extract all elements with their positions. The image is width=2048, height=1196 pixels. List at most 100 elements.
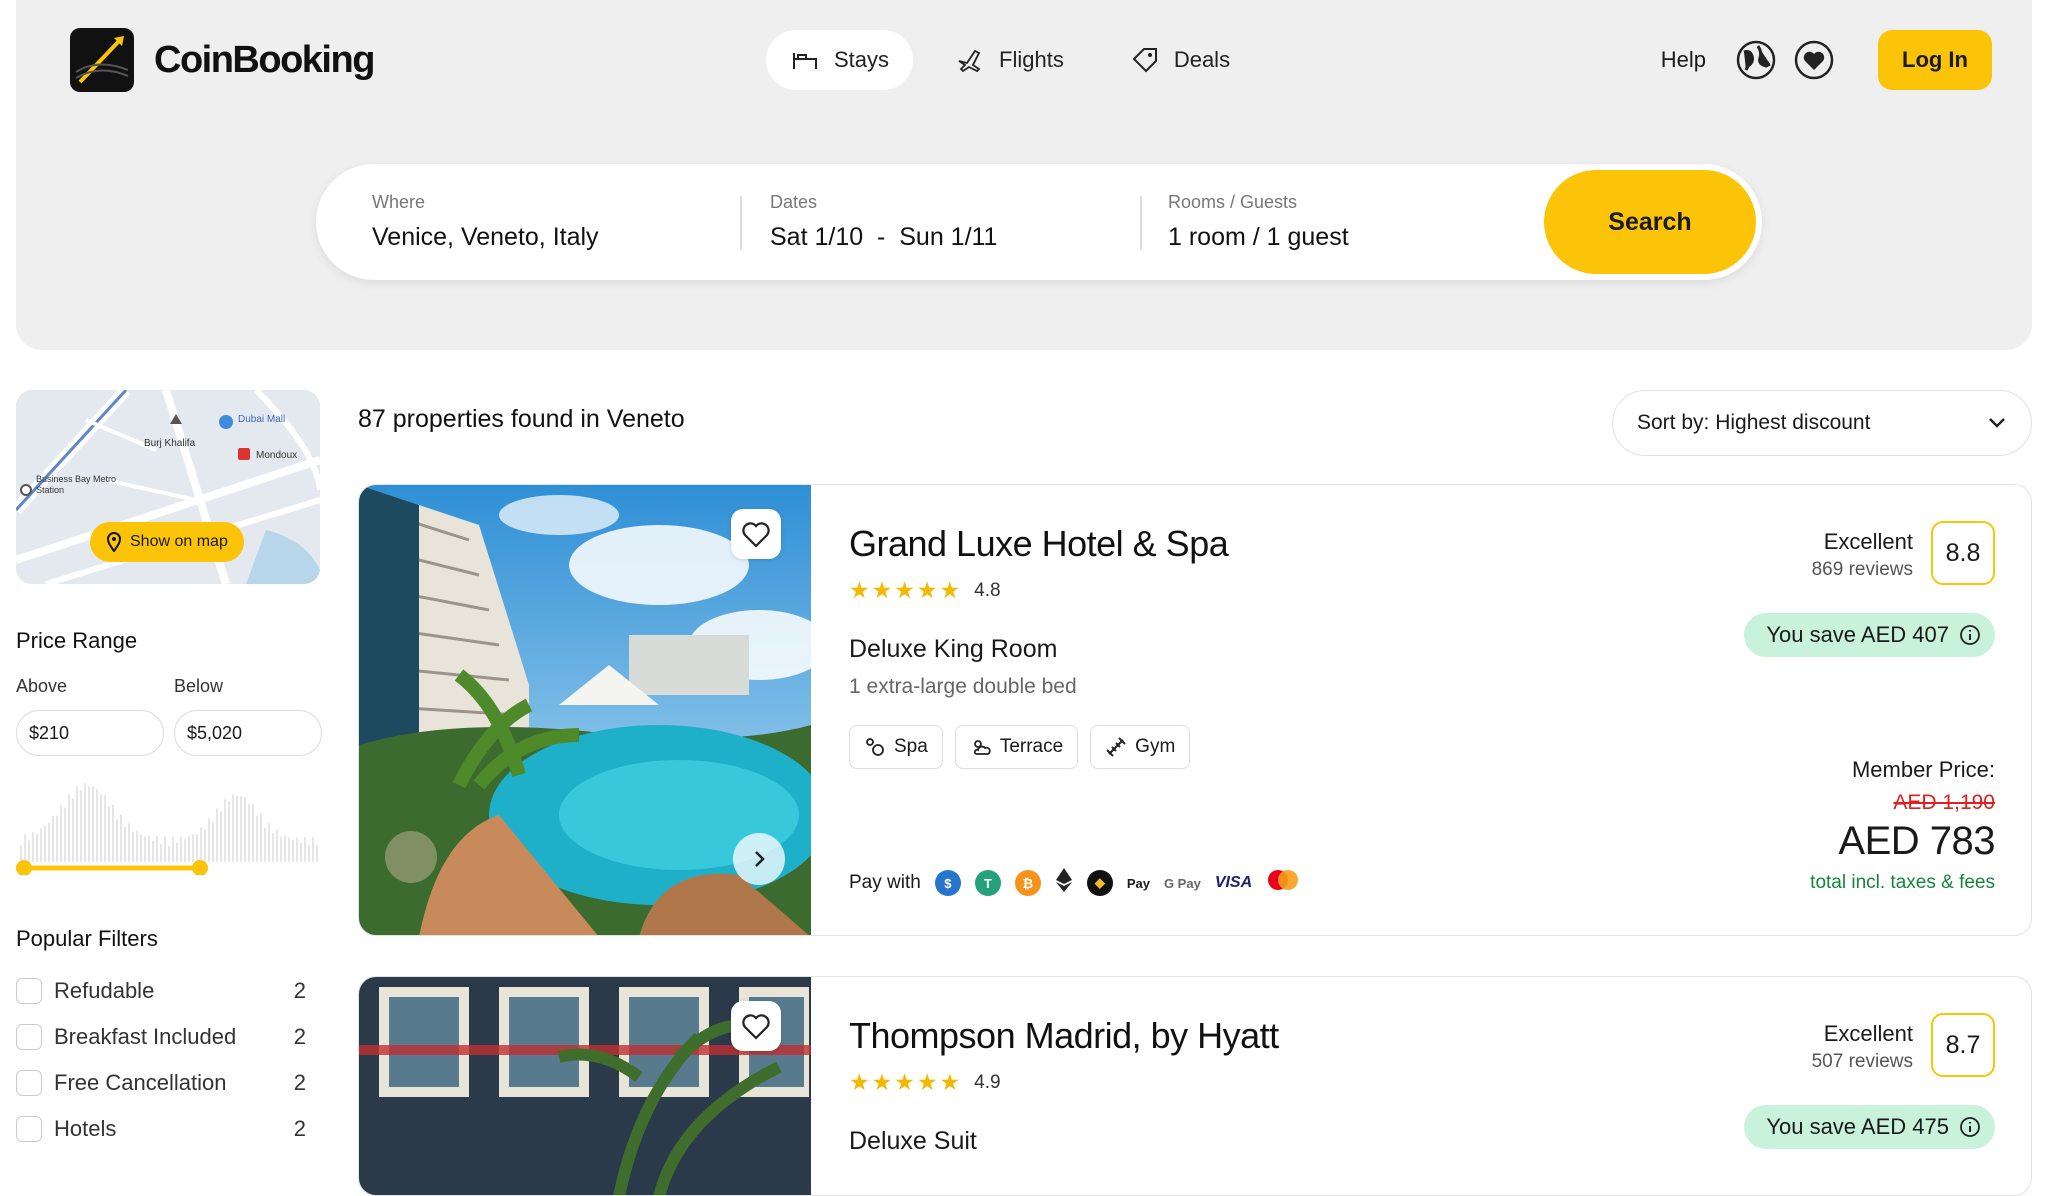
histogram-bar <box>188 835 190 862</box>
histogram-bar <box>60 804 62 862</box>
login-button[interactable]: Log In <box>1878 30 1992 90</box>
price-min-input[interactable]: $210 <box>16 710 164 756</box>
main-nav: Stays Flights Deals <box>766 30 1254 90</box>
hotel-name[interactable]: Grand Luxe Hotel & Spa <box>849 523 1229 565</box>
map-label-burj-khalifa: Burj Khalifa <box>144 438 196 449</box>
histogram-bar <box>108 806 110 862</box>
slider-max-handle[interactable] <box>192 860 208 875</box>
map-preview[interactable]: Burj Khalifa Dubai Mall Mondoux Business… <box>16 390 320 584</box>
star-icon: ★ <box>916 577 938 603</box>
star-rating-value: 4.8 <box>974 579 1001 601</box>
nav-deals[interactable]: Deals <box>1106 30 1254 90</box>
amenities: Spa Terrace Gym <box>849 725 1191 769</box>
spa-icon <box>866 738 884 756</box>
tether-icon: T <box>974 870 1001 896</box>
nav-flights[interactable]: Flights <box>931 30 1088 90</box>
guests-label: Rooms / Guests <box>1168 192 1298 212</box>
chevron-right-icon <box>755 851 765 867</box>
histogram-bar <box>44 825 46 862</box>
favorites-heart-icon[interactable] <box>1794 40 1834 80</box>
histogram-bar <box>64 807 66 862</box>
hotel-photo[interactable] <box>359 485 811 935</box>
nav-deals-label: Deals <box>1173 47 1231 72</box>
histogram-bar <box>144 836 146 862</box>
histogram-bar <box>120 814 122 862</box>
histogram-bar <box>76 786 78 862</box>
histogram-bar <box>28 840 30 862</box>
price-below-label: Below <box>174 676 224 696</box>
heart-outline-icon <box>742 1014 770 1040</box>
help-link[interactable]: Help <box>1661 47 1706 73</box>
histogram-bar <box>208 818 210 862</box>
price-max-input[interactable]: $5,020 <box>174 710 322 756</box>
favorite-button[interactable] <box>731 509 781 559</box>
checkbox[interactable] <box>16 978 42 1004</box>
review-count[interactable]: 869 reviews <box>1812 559 1913 581</box>
chevron-down-icon <box>1989 418 2005 428</box>
apple-pay-text: Pay <box>1126 875 1150 891</box>
show-on-map-button[interactable]: Show on map <box>90 522 244 562</box>
histogram-bar <box>112 804 114 862</box>
histogram-bar <box>248 803 250 862</box>
tag-icon <box>1132 48 1157 73</box>
google-pay-logo: G Pay <box>1163 875 1201 891</box>
filter-breakfast-included[interactable]: Breakfast Included 2 <box>16 1014 306 1060</box>
sort-dropdown[interactable]: Sort by: Highest discount <box>1612 390 2032 456</box>
histogram-bar <box>20 845 22 862</box>
filter-refundable[interactable]: Refudable 2 <box>16 968 306 1014</box>
histogram-bar <box>136 830 138 862</box>
brand-logo[interactable]: CoinBooking <box>70 28 375 92</box>
checkbox[interactable] <box>16 1070 42 1096</box>
price-range-title: Price Range <box>16 628 138 653</box>
histogram-bar <box>204 829 206 862</box>
where-field[interactable]: Where Venice, Veneto, Italy <box>372 192 599 252</box>
checkbox[interactable] <box>16 1116 42 1142</box>
slider-min-handle[interactable] <box>16 860 32 875</box>
histogram-bar <box>264 827 266 862</box>
search-button[interactable]: Search <box>1544 170 1756 274</box>
review-summary: Excellent 507 reviews <box>1812 1021 1913 1073</box>
histogram-bar <box>260 813 262 862</box>
pay-with-label: Pay with <box>849 872 921 893</box>
histogram-bar <box>252 803 254 862</box>
divider <box>740 196 742 250</box>
info-icon[interactable] <box>1959 1116 1981 1138</box>
histogram-bar <box>276 830 278 862</box>
info-icon[interactable] <box>1959 624 1981 646</box>
globe-icon[interactable] <box>1736 40 1776 80</box>
histogram-bar <box>200 827 202 862</box>
filter-hotels[interactable]: Hotels 2 <box>16 1106 306 1152</box>
sun-cloud-icon <box>973 740 991 755</box>
amenity-label: Spa <box>894 736 928 757</box>
usdc-icon: $ <box>934 870 961 896</box>
filter-count: 2 <box>293 1024 306 1049</box>
filter-free-cancellation[interactable]: Free Cancellation 2 <box>16 1060 306 1106</box>
dates-label: Dates <box>770 192 818 212</box>
hotel-name[interactable]: Thompson Madrid, by Hyatt <box>849 1015 1279 1057</box>
hotel-card[interactable]: Thompson Madrid, by Hyatt ★ ★ ★ ★ ★ 4.9 … <box>358 976 2032 1196</box>
favorite-button[interactable] <box>731 1001 781 1051</box>
map-label-metro: Business Bay Metro Station <box>36 474 117 495</box>
checkbox[interactable] <box>16 1024 42 1050</box>
histogram-bar <box>164 836 166 862</box>
star-icon: ★ <box>871 577 893 603</box>
histogram-bar <box>312 836 314 862</box>
histogram-bar <box>96 788 98 862</box>
savings-badge: You save AED 407 <box>1744 613 1995 657</box>
histogram-bar <box>272 833 274 862</box>
histogram-bar <box>316 845 318 862</box>
next-photo-button[interactable] <box>733 833 785 885</box>
histogram-bar <box>224 799 226 862</box>
dates-field[interactable]: Dates Sat 1/10 - Sun 1/11 <box>770 192 997 252</box>
bed-info: 1 extra-large double bed <box>849 675 1077 698</box>
review-count[interactable]: 507 reviews <box>1812 1051 1913 1073</box>
amenity-terrace: Terrace <box>954 725 1079 769</box>
hotel-photo[interactable] <box>359 977 811 1195</box>
histogram-bar <box>220 811 222 862</box>
nav-stays[interactable]: Stays <box>766 30 914 90</box>
hotel-card[interactable]: Grand Luxe Hotel & Spa ★ ★ ★ ★ ★ 4.8 Del… <box>358 484 2032 936</box>
price-histogram <box>16 783 318 875</box>
histogram-bar <box>128 823 130 862</box>
guests-field[interactable]: Rooms / Guests 1 room / 1 guest <box>1168 192 1349 252</box>
histogram-bar <box>176 842 178 862</box>
